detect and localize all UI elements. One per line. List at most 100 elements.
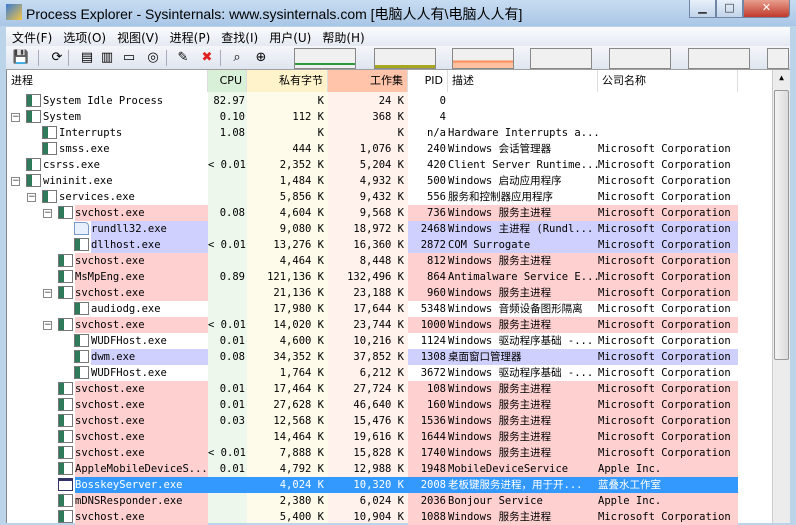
collapse-toggle-icon[interactable]: − — [43, 321, 52, 330]
close-button[interactable]: ✕ — [743, 0, 790, 18]
system-info-icon[interactable]: ▤ — [78, 49, 96, 67]
company-value: Microsoft Corporation — [598, 335, 731, 347]
window-title: Process Explorer - Sysinternals: www.sys… — [26, 6, 523, 22]
description-value: Antimalware Service E... — [448, 269, 598, 285]
collapse-toggle-icon[interactable]: − — [11, 113, 20, 122]
description-value: Client Server Runtime... — [448, 159, 598, 171]
find-icon[interactable]: ⌕ — [228, 49, 246, 67]
header-description[interactable]: 描述 — [448, 70, 598, 92]
working-set-value: 132,496 K — [347, 271, 404, 283]
description-value — [448, 109, 598, 125]
vertical-scrollbar[interactable]: ▲ — [772, 70, 790, 523]
pid-value: n/a — [427, 127, 446, 139]
process-row[interactable]: svchost.exe 0.03 12,568 K 15,476 K 1536 Windo… — [7, 413, 773, 429]
process-row[interactable]: svchost.exe 14,464 K 19,616 K 1644 Windows 服… — [7, 429, 773, 445]
process-row[interactable]: MsMpEng.exe 0.89 121,136 K 132,496 K 864 Anti… — [7, 269, 773, 285]
process-row[interactable]: Interrupts 1.08 K Kn/a Hardware Interrupts a… — [7, 125, 773, 141]
scroll-thumb[interactable] — [774, 90, 789, 360]
cpu-value: < 0.01 — [208, 159, 246, 171]
target-icon[interactable]: ⊕ — [252, 49, 270, 67]
process-icon — [74, 334, 89, 347]
physical-memory-graph[interactable] — [452, 48, 514, 69]
collapse-toggle-icon[interactable]: − — [43, 209, 52, 218]
process-name: wininit.exe — [43, 175, 113, 187]
header-private-bytes[interactable]: 私有字节 — [247, 70, 328, 92]
app-icon — [6, 4, 22, 20]
header-pid[interactable]: PID — [408, 70, 448, 92]
process-row[interactable]: svchost.exe 0.01 17,464 K 27,724 K 108 Window… — [7, 381, 773, 397]
process-row[interactable]: BosskeyServer.exe 4,024 K 10,320 K 2008 老板键服… — [7, 477, 773, 493]
cpu-value: 0.89 — [219, 271, 245, 283]
io-graph[interactable] — [530, 48, 592, 69]
process-row[interactable]: − svchost.exe < 0.01 14,020 K 23,744 K 1000 Wi… — [7, 317, 773, 333]
properties-icon[interactable]: ◎ — [144, 49, 162, 67]
collapse-toggle-icon[interactable]: − — [11, 177, 20, 186]
private-bytes-value: 1,764 K — [279, 367, 324, 379]
process-row[interactable]: dwm.exe 0.08 34,352 K 37,852 K 1308 桌面窗口管理器 Mi… — [7, 349, 773, 365]
menu-help[interactable]: 帮助(H) — [316, 27, 369, 46]
title-bar: Process Explorer - Sysinternals: www.sys… — [0, 0, 796, 26]
process-row[interactable]: WUDFHost.exe 1,764 K 6,212 K 3672 Windows 驱动… — [7, 365, 773, 381]
network-graph[interactable] — [609, 48, 671, 69]
process-row[interactable]: dllhost.exe < 0.01 13,276 K 16,360 K 2872 COM… — [7, 237, 773, 253]
description-value: Windows 服务主进程 — [448, 253, 598, 269]
header-company[interactable]: 公司名称 — [598, 70, 738, 92]
cpu-graph[interactable] — [294, 48, 356, 69]
header-cpu[interactable]: CPU — [208, 70, 247, 92]
handles-icon[interactable]: ▥ — [98, 49, 116, 67]
collapse-toggle-icon[interactable]: − — [27, 193, 36, 202]
toolbar-separator — [220, 50, 221, 66]
window-icon[interactable]: ✎ — [174, 49, 192, 67]
disk-graph[interactable] — [688, 48, 750, 69]
description-value: 桌面窗口管理器 — [448, 349, 598, 365]
process-row[interactable]: − wininit.exe 1,484 K 4,932 K 500 Windows 启动应… — [7, 173, 773, 189]
process-name: BosskeyServer.exe — [75, 477, 208, 493]
private-bytes-value: 2,352 K — [279, 159, 324, 171]
header-process[interactable]: 进程 — [7, 70, 208, 92]
menu-file[interactable]: 文件(F) — [6, 27, 57, 46]
menu-process[interactable]: 进程(P) — [164, 27, 216, 46]
process-row[interactable]: smss.exe 444 K 1,076 K 240 Windows 会话管理器 Micr… — [7, 141, 773, 157]
process-row[interactable]: − svchost.exe 21,136 K 23,188 K 960 Windows 服… — [7, 285, 773, 301]
menu-users[interactable]: 用户(U) — [263, 27, 316, 46]
process-name: svchost.exe — [75, 445, 208, 461]
commit-graph[interactable] — [374, 48, 436, 69]
process-name: System — [43, 111, 81, 123]
process-row[interactable]: − services.exe 5,856 K 9,432 K 556 服务和控制器应用程序… — [7, 189, 773, 205]
process-row[interactable]: System Idle Process 82.97 K 24 K 0 — [7, 93, 773, 109]
collapse-toggle-icon[interactable]: − — [43, 289, 52, 298]
pid-value: 960 — [408, 285, 448, 301]
process-row[interactable]: svchost.exe < 0.01 7,888 K 15,828 K 1740 Wind… — [7, 445, 773, 461]
process-row[interactable]: audiodg.exe 17,980 K 17,644 K 5348 Windows 音… — [7, 301, 773, 317]
refresh-icon[interactable]: ⟳ — [48, 49, 66, 67]
process-row[interactable]: − svchost.exe 0.08 4,604 K 9,568 K 736 Windows… — [7, 205, 773, 221]
gpu-graph[interactable] — [767, 48, 789, 69]
menu-find[interactable]: 查找(I) — [215, 27, 263, 46]
lower-pane-icon[interactable]: ▭ — [120, 49, 138, 67]
scroll-up-arrow-icon[interactable]: ▲ — [773, 70, 790, 86]
process-icon — [26, 158, 41, 171]
company-value — [598, 93, 738, 109]
maximize-button[interactable]: □ — [716, 0, 743, 18]
cpu-value: 0.01 — [219, 399, 245, 411]
kill-process-icon[interactable]: ✖ — [198, 49, 216, 67]
process-row[interactable]: − System 0.10 112 K 368 K 4 — [7, 109, 773, 125]
process-icon — [58, 382, 73, 395]
process-row[interactable]: WUDFHost.exe 0.01 4,600 K 10,216 K 1124 Windo… — [7, 333, 773, 349]
header-working-set[interactable]: 工作集 — [328, 70, 408, 92]
process-row[interactable]: rundll32.exe 9,080 K 18,972 K 2468 Windows 主… — [7, 221, 773, 237]
menu-options[interactable]: 选项(O) — [57, 27, 111, 46]
process-row[interactable]: AppleMobileDeviceS... 0.01 4,792 K 12,988 K… — [7, 461, 773, 477]
process-name: svchost.exe — [75, 317, 208, 333]
description-value — [448, 93, 598, 109]
process-row[interactable]: csrss.exe < 0.01 2,352 K 5,204 K 420 Client S… — [7, 157, 773, 173]
description-value: MobileDeviceService — [448, 461, 598, 477]
process-row[interactable]: mDNSResponder.exe 2,380 K 6,024 K 2036 Bonjo… — [7, 493, 773, 509]
menu-view[interactable]: 视图(V) — [111, 27, 164, 46]
process-name: Interrupts — [59, 127, 123, 139]
process-row[interactable]: svchost.exe 4,464 K 8,448 K 812 Windows 服务主进… — [7, 253, 773, 269]
pid-value: 1644 — [408, 429, 448, 445]
save-icon[interactable]: 💾 — [12, 49, 30, 67]
process-row[interactable]: svchost.exe 0.01 27,628 K 46,640 K 160 Window… — [7, 397, 773, 413]
minimize-button[interactable]: ▁ — [689, 0, 716, 18]
